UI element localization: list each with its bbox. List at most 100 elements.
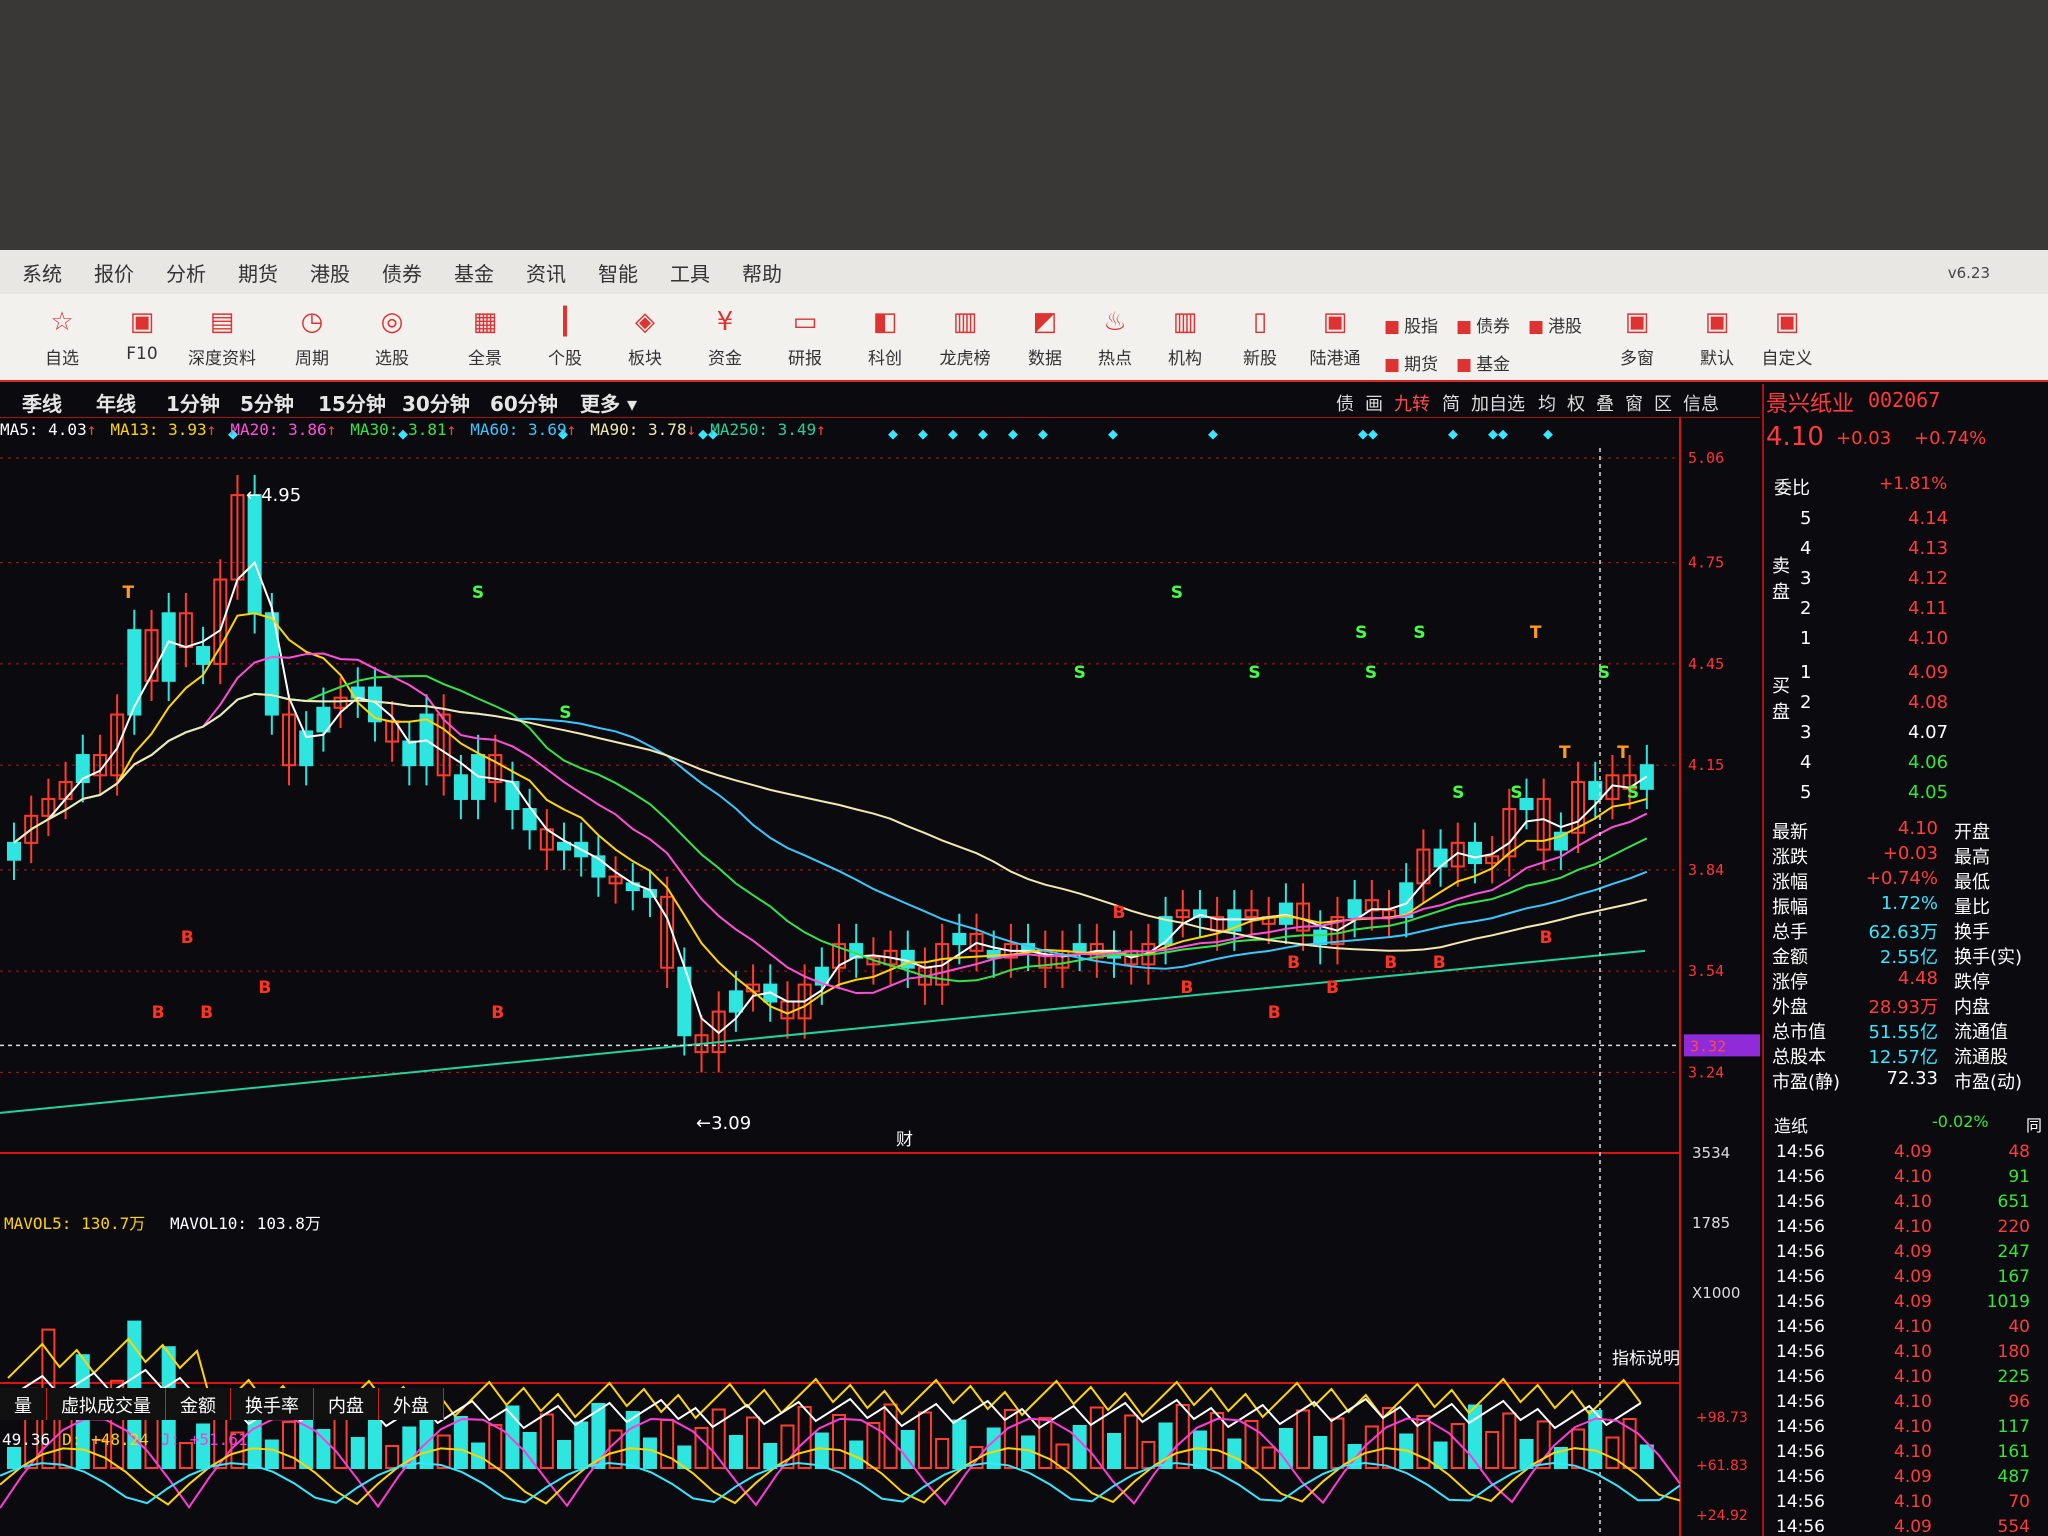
- menu-item-9[interactable]: 工具: [670, 258, 710, 287]
- menu-item-10[interactable]: 帮助: [742, 258, 782, 287]
- tick-price: 4.09: [1894, 1242, 1932, 1262]
- quote-row: 总股本 12.57亿 流通股: [1764, 1043, 2048, 1069]
- toolbar-small-0[interactable]: ■ 股指: [1384, 312, 1438, 337]
- toolbar-button-clock[interactable]: ◷ 周期: [272, 294, 352, 382]
- chart-tool-3[interactable]: 简: [1442, 390, 1460, 416]
- period-bar: 季线 年线 1分钟 5分钟 15分钟 30分钟 60分钟 更多 ▾ 债画九转简加自选均权叠窗区信…: [0, 384, 1760, 418]
- period-tab-1[interactable]: 年线: [96, 388, 136, 417]
- toolbar-small-1[interactable]: ■ 债券: [1456, 312, 1510, 337]
- stock-name: 景兴纸业: [1766, 392, 1855, 417]
- bid-row[interactable]: 1 4.09: [1764, 662, 2048, 688]
- chart-tool-6[interactable]: 权: [1567, 390, 1585, 416]
- bid-level: 4: [1800, 752, 1812, 773]
- toolbar-label: 选股: [375, 349, 409, 369]
- period-tab-4[interactable]: 15分钟: [318, 388, 386, 417]
- menu-item-2[interactable]: 分析: [166, 258, 206, 287]
- indicator-tab-2[interactable]: 金额: [166, 1388, 231, 1420]
- period-tab-6[interactable]: 60分钟: [490, 388, 558, 417]
- toolbar-small-2[interactable]: ■ 港股: [1528, 312, 1582, 337]
- ma-line: [13, 692, 1648, 970]
- toolbar-button-line-chart[interactable]: ◩ 数据: [1005, 294, 1085, 382]
- menu-item-1[interactable]: 报价: [94, 258, 134, 287]
- toolbar-label: 深度资料: [188, 349, 256, 369]
- ma-arrow-icon: ↑: [326, 420, 337, 439]
- period-tab-7[interactable]: 更多 ▾: [580, 388, 637, 417]
- toolbar-button-layers[interactable]: ◈ 板块: [605, 294, 685, 382]
- bid-row[interactable]: 2 4.08: [1764, 692, 2048, 718]
- menu-item-4[interactable]: 港股: [310, 258, 350, 287]
- toolbar-small-4[interactable]: ■ 基金: [1456, 350, 1510, 375]
- chart-tool-7[interactable]: 叠: [1596, 390, 1614, 416]
- toolbar-button-hk-connect[interactable]: ▣ 陆港通: [1295, 294, 1375, 382]
- ask-row[interactable]: 4 4.13: [1764, 538, 2048, 564]
- toolbar-button-yen[interactable]: ¥ 资金: [685, 294, 765, 382]
- toolbar-button-f10[interactable]: ▣ F10: [102, 294, 182, 382]
- toolbar-small-3[interactable]: ■ 期货: [1384, 350, 1438, 375]
- volume-bar: [952, 1419, 967, 1469]
- candle-body: [505, 781, 520, 811]
- indicator-tab-0[interactable]: 量: [0, 1388, 47, 1420]
- chart-tool-9[interactable]: 区: [1654, 390, 1672, 416]
- kdj-d: D: +48.24: [62, 1430, 149, 1449]
- toolbar-button-f9[interactable]: ▤ 深度资料: [182, 294, 262, 382]
- bid-row[interactable]: 4 4.06: [1764, 752, 2048, 778]
- period-tab-5[interactable]: 30分钟: [402, 388, 470, 417]
- indicator-tab-5[interactable]: 外盘: [379, 1388, 444, 1420]
- toolbar-right-2[interactable]: ▣ 自定义: [1750, 294, 1824, 382]
- tick-time: 14:56: [1776, 1517, 1825, 1536]
- indicator-tab-4[interactable]: 内盘: [314, 1388, 379, 1420]
- window-layout-icon: ▣: [1704, 307, 1730, 337]
- toolbar-button-select-stock[interactable]: ◎ 选股: [352, 294, 432, 382]
- menu-item-0[interactable]: 系统: [22, 258, 62, 287]
- tick-row: 14:56 4.10 91: [1776, 1167, 2048, 1192]
- quote-key: 总手: [1772, 922, 1808, 943]
- ask-row[interactable]: 2 4.11: [1764, 598, 2048, 624]
- toolbar-button-kechuang[interactable]: ◧ 科创: [845, 294, 925, 382]
- crosshair-price-label: 3.32: [1690, 1037, 1726, 1055]
- star-icon: ☆: [50, 307, 74, 337]
- chart-tool-1[interactable]: 画: [1365, 390, 1383, 416]
- chart-tool-4[interactable]: 加自选: [1471, 390, 1525, 416]
- toolbar-button-ipo[interactable]: ▯ 新股: [1220, 294, 1300, 382]
- bid-level: 3: [1800, 722, 1812, 743]
- tick-row: 14:56 4.10 161: [1776, 1442, 2048, 1467]
- quote-key: 振幅: [1772, 897, 1808, 918]
- ask-row[interactable]: 3 4.12: [1764, 568, 2048, 594]
- toolbar-label: 默认: [1700, 349, 1734, 369]
- toolbar-button-building[interactable]: ▥ 机构: [1145, 294, 1225, 382]
- period-tab-2[interactable]: 1分钟: [166, 388, 220, 417]
- indicator-help-button[interactable]: 指标说明: [1612, 1344, 1680, 1369]
- ask-row[interactable]: 5 4.14: [1764, 508, 2048, 534]
- indicator-tab-3[interactable]: 换手率: [231, 1388, 314, 1420]
- toolbar-button-bar[interactable]: ▥ 龙虎榜: [925, 294, 1005, 382]
- toolbar-right-0[interactable]: ▣ 多窗: [1600, 294, 1674, 382]
- kline-chart[interactable]: 5.06 4.75 4.45 4.15 3.84 3.54 3.24 3.32 ←4.95 ←3.…: [0, 418, 1760, 1536]
- ask-row[interactable]: 1 4.10: [1764, 628, 2048, 654]
- chart-tool-8[interactable]: 窗: [1625, 390, 1643, 416]
- menu-item-8[interactable]: 智能: [598, 258, 638, 287]
- bid-row[interactable]: 5 4.05: [1764, 782, 2048, 808]
- menu-item-7[interactable]: 资讯: [526, 258, 566, 287]
- tick-time: 14:56: [1776, 1217, 1825, 1237]
- signal-marker: B: [258, 978, 271, 998]
- period-tab-0[interactable]: 季线: [22, 388, 62, 417]
- toolbar-right-1[interactable]: ▣ 默认: [1680, 294, 1754, 382]
- indicator-tab-1[interactable]: 虚拟成交量: [47, 1388, 166, 1420]
- toolbar-button-report[interactable]: ▭ 研报: [765, 294, 845, 382]
- menu-item-3[interactable]: 期货: [238, 258, 278, 287]
- period-tab-3[interactable]: 5分钟: [240, 388, 294, 417]
- toolbar-button-candle[interactable]: ┃ 个股: [525, 294, 605, 382]
- signal-marker: S: [1452, 783, 1464, 803]
- chart-tool-0[interactable]: 债: [1336, 390, 1354, 416]
- signal-diamond: [1448, 429, 1458, 440]
- bid-row[interactable]: 3 4.07: [1764, 722, 2048, 748]
- tick-time: 14:56: [1776, 1292, 1825, 1312]
- chart-tool-5[interactable]: 均: [1538, 390, 1556, 416]
- menu-item-5[interactable]: 债券: [382, 258, 422, 287]
- chart-tool-10[interactable]: 信息: [1683, 390, 1719, 416]
- toolbar-button-grid[interactable]: ▦ 全景: [445, 294, 525, 382]
- chart-tool-2[interactable]: 九转: [1394, 390, 1430, 416]
- toolbar-button-fire[interactable]: ♨ 热点: [1075, 294, 1155, 382]
- toolbar-button-star[interactable]: ☆ 自选: [22, 294, 102, 382]
- menu-item-6[interactable]: 基金: [454, 258, 494, 287]
